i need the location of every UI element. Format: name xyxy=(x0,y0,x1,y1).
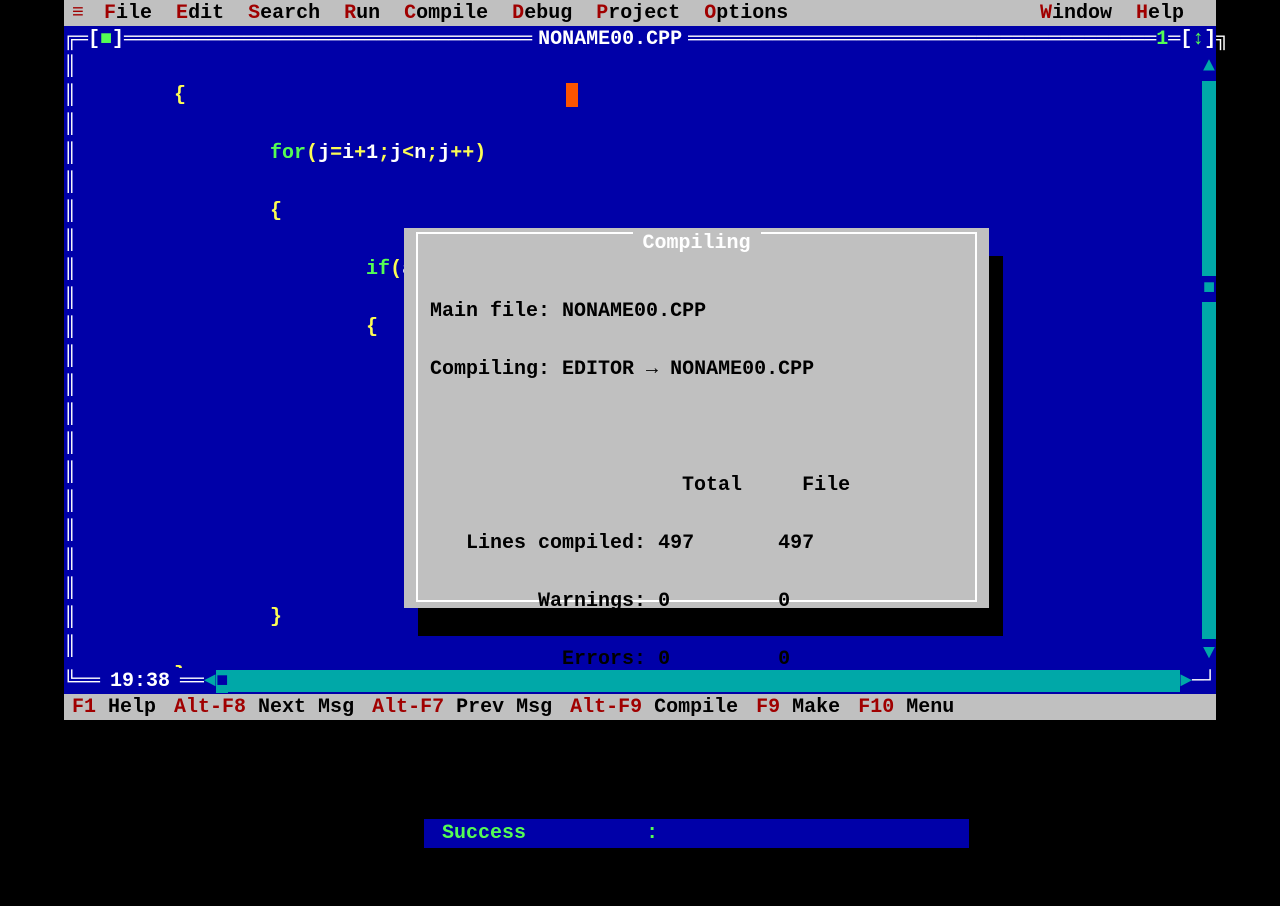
vertical-scrollbar[interactable]: ▲ ■ ▼ xyxy=(1202,52,1216,668)
hint-compile[interactable]: Alt-F9 Compile xyxy=(570,696,738,719)
memory-label: Available memory: xyxy=(442,764,646,787)
warnings-total: 0 xyxy=(658,590,670,613)
compile-dialog: Compiling Main file: NONAME00.CPP Compil… xyxy=(404,228,989,608)
main-file-value: NONAME00.CPP xyxy=(562,300,706,323)
cursor-position: 19:38 xyxy=(100,670,180,693)
col-file: File xyxy=(802,474,850,497)
errors-label: Errors: xyxy=(562,648,646,671)
compile-status: Success : xyxy=(424,819,969,848)
main-file-label: Main file: xyxy=(430,300,550,323)
errors-total: 0 xyxy=(658,648,670,671)
warnings-label: Warnings: xyxy=(538,590,646,613)
compiling-label: Compiling: xyxy=(430,358,550,381)
scroll-down-icon[interactable]: ▼ xyxy=(1202,639,1216,668)
compiling-value: EDITOR → NONAME00.CPP xyxy=(562,358,814,381)
scroll-up-icon[interactable]: ▲ xyxy=(1202,52,1216,81)
hint-make[interactable]: F9 Make xyxy=(756,696,840,719)
lines-file: 497 xyxy=(778,532,814,555)
menu-compile[interactable]: Compile xyxy=(404,2,488,25)
errors-file: 0 xyxy=(778,648,790,671)
window-title-bar: ╔═[■]══════════════════════════════════ … xyxy=(64,26,1216,52)
hint-help[interactable]: F1 Help xyxy=(72,696,156,719)
text-cursor xyxy=(566,83,578,107)
menu-search[interactable]: Search xyxy=(248,2,320,25)
lines-total: 497 xyxy=(658,532,694,555)
scroll-left-icon[interactable]: ◄ xyxy=(204,670,216,693)
menu-options[interactable]: Options xyxy=(704,2,788,25)
window-number: 1 xyxy=(1156,28,1168,51)
window-zoom-icon[interactable]: ↕ xyxy=(1192,28,1204,51)
memory-value: 1969K xyxy=(658,764,718,787)
warnings-file: 0 xyxy=(778,590,790,613)
editor-window: ╔═[■]══════════════════════════════════ … xyxy=(64,26,1216,694)
scroll-thumb[interactable]: ■ xyxy=(1202,276,1216,302)
scroll-right-icon[interactable]: ► xyxy=(1180,670,1192,693)
hint-next-msg[interactable]: Alt-F8 Next Msg xyxy=(174,696,354,719)
lines-label: Lines compiled: xyxy=(466,532,646,555)
hint-prev-msg[interactable]: Alt-F7 Prev Msg xyxy=(372,696,552,719)
menu-debug[interactable]: Debug xyxy=(512,2,572,25)
menu-run[interactable]: Run xyxy=(344,2,380,25)
menu-bar: ≡ File Edit Search Run Compile Debug Pro… xyxy=(64,0,1216,26)
menu-file[interactable]: File xyxy=(104,2,152,25)
system-menu-icon[interactable]: ≡ xyxy=(72,2,84,25)
hint-menu[interactable]: F10 Menu xyxy=(858,696,954,719)
status-bar: F1 Help Alt-F8 Next Msg Alt-F7 Prev Msg … xyxy=(64,694,1216,720)
window-border-left: ║║║║║║║║║║║║║║║║║║║║║ xyxy=(64,52,78,668)
menu-help[interactable]: Help xyxy=(1136,2,1184,25)
dialog-title: Compiling xyxy=(632,232,760,255)
menu-project[interactable]: Project xyxy=(596,2,680,25)
window-close-icon[interactable]: ■ xyxy=(100,28,112,51)
col-total: Total xyxy=(682,474,742,497)
window-title: NONAME00.CPP xyxy=(532,28,688,51)
menu-window[interactable]: Window xyxy=(1040,2,1112,25)
menu-edit[interactable]: Edit xyxy=(176,2,224,25)
